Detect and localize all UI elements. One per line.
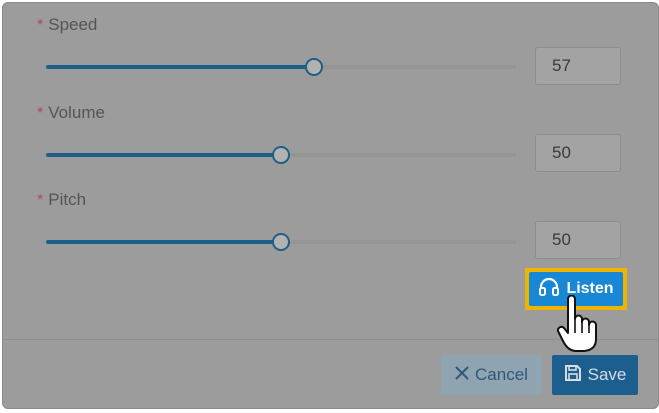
floppy-disk-icon — [564, 364, 582, 387]
speed-slider-thumb[interactable] — [304, 58, 323, 76]
voice-settings-dialog: * Speed 57 * Volume 50 * Pitch 50 Listen… — [2, 2, 659, 409]
speed-slider[interactable] — [46, 58, 516, 76]
volume-label: * Volume — [37, 103, 105, 123]
save-button-label: Save — [587, 365, 627, 384]
pitch-label: * Pitch — [37, 190, 86, 210]
speed-label: * Speed — [37, 15, 97, 35]
cancel-button[interactable]: Cancel — [441, 355, 542, 395]
volume-slider[interactable] — [46, 146, 516, 164]
required-mark: * — [37, 105, 44, 122]
speed-slider-fill — [46, 65, 314, 69]
cancel-button-label: Cancel — [475, 365, 528, 384]
pitch-label-text: Pitch — [48, 190, 87, 209]
speed-label-text: Speed — [48, 15, 98, 34]
speed-input[interactable]: 57 — [535, 47, 621, 85]
pitch-slider-fill — [46, 240, 281, 244]
save-button[interactable]: Save — [552, 355, 638, 395]
close-icon — [455, 365, 469, 385]
hand-pointer-icon — [556, 294, 598, 353]
pitch-slider[interactable] — [46, 233, 516, 251]
volume-label-text: Volume — [48, 103, 105, 122]
volume-input[interactable]: 50 — [535, 134, 621, 172]
volume-slider-thumb[interactable] — [272, 146, 290, 164]
volume-slider-fill — [46, 153, 281, 157]
pitch-slider-thumb[interactable] — [272, 233, 290, 251]
required-mark: * — [37, 17, 44, 34]
required-mark: * — [37, 192, 44, 209]
pitch-input[interactable]: 50 — [535, 221, 621, 259]
